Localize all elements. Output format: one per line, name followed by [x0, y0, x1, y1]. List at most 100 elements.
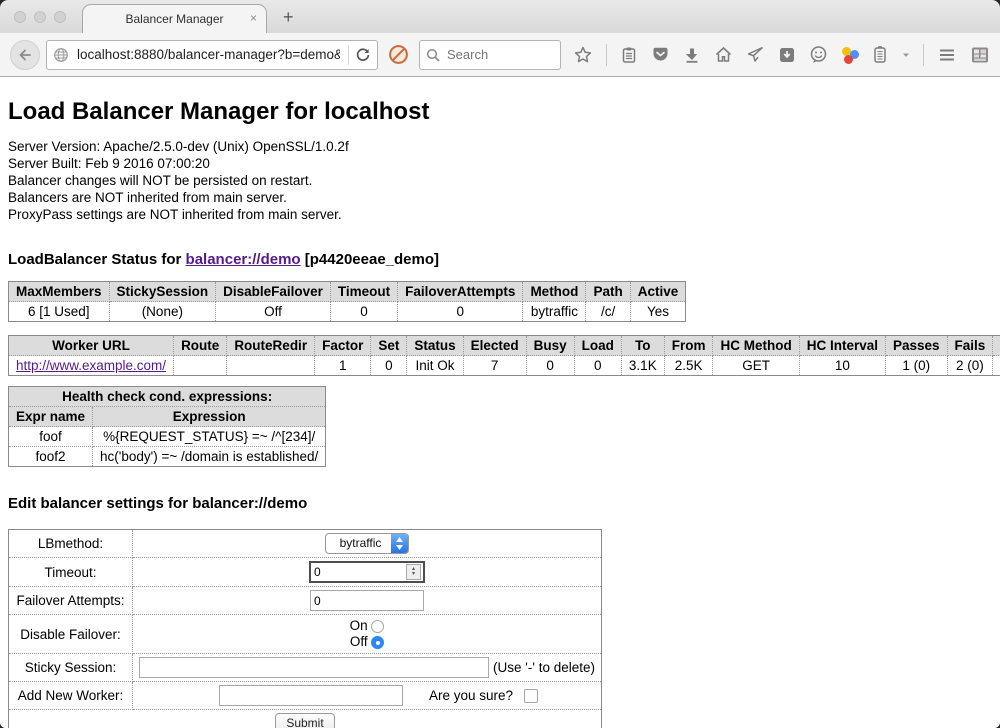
- cell-path: /c/: [586, 302, 630, 322]
- timeout-row: Timeout: ▴▾: [9, 558, 602, 587]
- server-version-line: Server Version: Apache/2.5.0-dev (Unix) …: [8, 138, 992, 155]
- search-input[interactable]: [445, 46, 554, 63]
- failover-attempts-input[interactable]: [310, 590, 424, 611]
- cell-hc-interval: 10: [799, 356, 885, 376]
- loadbalancer-status-heading: LoadBalancer Status for balancer://demo …: [8, 251, 992, 268]
- zoom-window-button[interactable]: [54, 11, 66, 23]
- download-icon[interactable]: [683, 46, 701, 64]
- bookmark-star-icon[interactable]: [573, 45, 593, 65]
- add-worker-row: Add New Worker: Are you sure?: [9, 682, 602, 710]
- cell-worker-url: http://www.example.com/: [9, 356, 174, 376]
- clipboard-icon[interactable]: [620, 46, 638, 64]
- cell-expr-name: foof2: [9, 447, 93, 467]
- health-header-row: Expr name Expression: [9, 407, 326, 427]
- reload-icon[interactable]: [355, 47, 371, 63]
- timeout-input[interactable]: [311, 565, 406, 579]
- page-content: Load Balancer Manager for localhost Serv…: [0, 98, 1000, 728]
- col-elected: Elected: [463, 336, 526, 356]
- cell-to: 3.1K: [621, 356, 664, 376]
- traffic-lights: [14, 11, 66, 23]
- balancer-data-row: 6 [1 Used] (None) Off 0 0 bytraffic /c/ …: [9, 302, 686, 322]
- cell-set: 0: [371, 356, 407, 376]
- blocked-shield-icon[interactable]: [388, 44, 409, 65]
- sticky-session-input[interactable]: [139, 657, 489, 678]
- battery-icon[interactable]: [872, 45, 888, 64]
- server-info: Server Version: Apache/2.5.0-dev (Unix) …: [8, 138, 992, 223]
- col-set: Set: [371, 336, 407, 356]
- close-window-button[interactable]: [14, 11, 26, 23]
- minimize-window-button[interactable]: [34, 11, 46, 23]
- submit-button[interactable]: Submit: [275, 713, 334, 728]
- lbmethod-select[interactable]: bytraffic: [325, 533, 410, 554]
- col-routeredir: RouteRedir: [227, 336, 315, 356]
- search-bar[interactable]: [419, 40, 561, 70]
- home-icon[interactable]: [714, 45, 733, 64]
- search-icon: [426, 48, 440, 62]
- new-tab-button[interactable]: +: [283, 7, 294, 28]
- browser-tab[interactable]: Balancer Manager ×: [82, 4, 267, 33]
- cell-disablefailover: Off: [216, 302, 331, 322]
- navigation-toolbar: [0, 33, 1000, 77]
- col-factor: Factor: [315, 336, 371, 356]
- sticky-session-label: Sticky Session:: [9, 654, 133, 682]
- balancer-header-row: MaxMembers StickySession DisableFailover…: [9, 282, 686, 302]
- number-spinner-icon[interactable]: ▴▾: [406, 564, 421, 580]
- feedback-smiley-icon[interactable]: [809, 45, 828, 64]
- failover-attempts-label: Failover Attempts:: [9, 587, 133, 615]
- worker-url-link[interactable]: http://www.example.com/: [16, 358, 166, 373]
- radio-off-label: Off: [350, 634, 368, 649]
- url-bar[interactable]: [46, 40, 378, 70]
- toolbar-divider: [606, 44, 607, 66]
- cell-load: 0: [574, 356, 621, 376]
- submit-row: Submit: [9, 710, 602, 728]
- disable-failover-on-radio[interactable]: [371, 620, 384, 633]
- disable-failover-label: Disable Failover:: [9, 615, 133, 654]
- col-busy: Busy: [526, 336, 574, 356]
- col-expr-name: Expr name: [9, 407, 93, 427]
- cell-timeout: 0: [330, 302, 397, 322]
- col-hc-method: HC Method: [713, 336, 799, 356]
- health-check-table: Health check cond. expressions: Expr nam…: [8, 386, 326, 467]
- col-failoverattempts: FailoverAttempts: [398, 282, 523, 302]
- disable-failover-off-radio[interactable]: [371, 636, 384, 649]
- cell-expression: hc('body') =~ /domain is established/: [93, 447, 326, 467]
- cell-route: [174, 356, 227, 376]
- square-download-icon[interactable]: [778, 46, 796, 64]
- tab-title: Balancer Manager: [125, 12, 223, 26]
- col-active: Active: [630, 282, 686, 302]
- proxypass-note-line: ProxyPass settings are NOT inherited fro…: [8, 206, 992, 223]
- cell-method: bytraffic: [523, 302, 586, 322]
- are-you-sure-label: Are you sure?: [429, 688, 513, 703]
- server-built-line: Server Built: Feb 9 2016 07:00:20: [8, 155, 992, 172]
- col-method: Method: [523, 282, 586, 302]
- pocket-icon[interactable]: [651, 45, 670, 64]
- cell-status: Init Ok: [407, 356, 463, 376]
- status-heading-prefix: LoadBalancer Status for: [8, 251, 186, 268]
- timeout-input-wrap: ▴▾: [309, 561, 425, 583]
- tab-close-icon[interactable]: ×: [250, 12, 257, 24]
- browser-window: Balancer Manager × +: [0, 0, 1000, 728]
- back-button[interactable]: [10, 40, 40, 70]
- failover-attempts-row: Failover Attempts:: [9, 587, 602, 615]
- col-passes: Passes: [885, 336, 947, 356]
- col-maxmembers: MaxMembers: [9, 282, 110, 302]
- add-worker-label: Add New Worker:: [9, 682, 133, 710]
- col-path: Path: [586, 282, 630, 302]
- menu-hamburger-icon[interactable]: [937, 45, 957, 65]
- edit-balancer-form: LBmethod: bytraffic Timeout:: [8, 529, 602, 728]
- send-icon[interactable]: [746, 45, 765, 64]
- are-you-sure-checkbox[interactable]: [524, 689, 538, 703]
- worker-header-row: Worker URL Route RouteRedir Factor Set S…: [9, 336, 1000, 356]
- col-timeout: Timeout: [330, 282, 397, 302]
- cell-routeredir: [227, 356, 315, 376]
- balancer-demo-link[interactable]: balancer://demo: [186, 251, 301, 268]
- lbmethod-label: LBmethod:: [9, 530, 133, 558]
- urlbar-divider: [348, 45, 349, 65]
- cell-busy: 0: [526, 356, 574, 376]
- colored-dots-icon[interactable]: [841, 46, 859, 64]
- add-worker-input[interactable]: [219, 685, 403, 706]
- url-input[interactable]: [75, 46, 342, 63]
- health-table-title: Health check cond. expressions:: [9, 387, 326, 407]
- caret-down-icon[interactable]: [901, 50, 911, 60]
- tab-groups-grid-icon[interactable]: [970, 45, 990, 65]
